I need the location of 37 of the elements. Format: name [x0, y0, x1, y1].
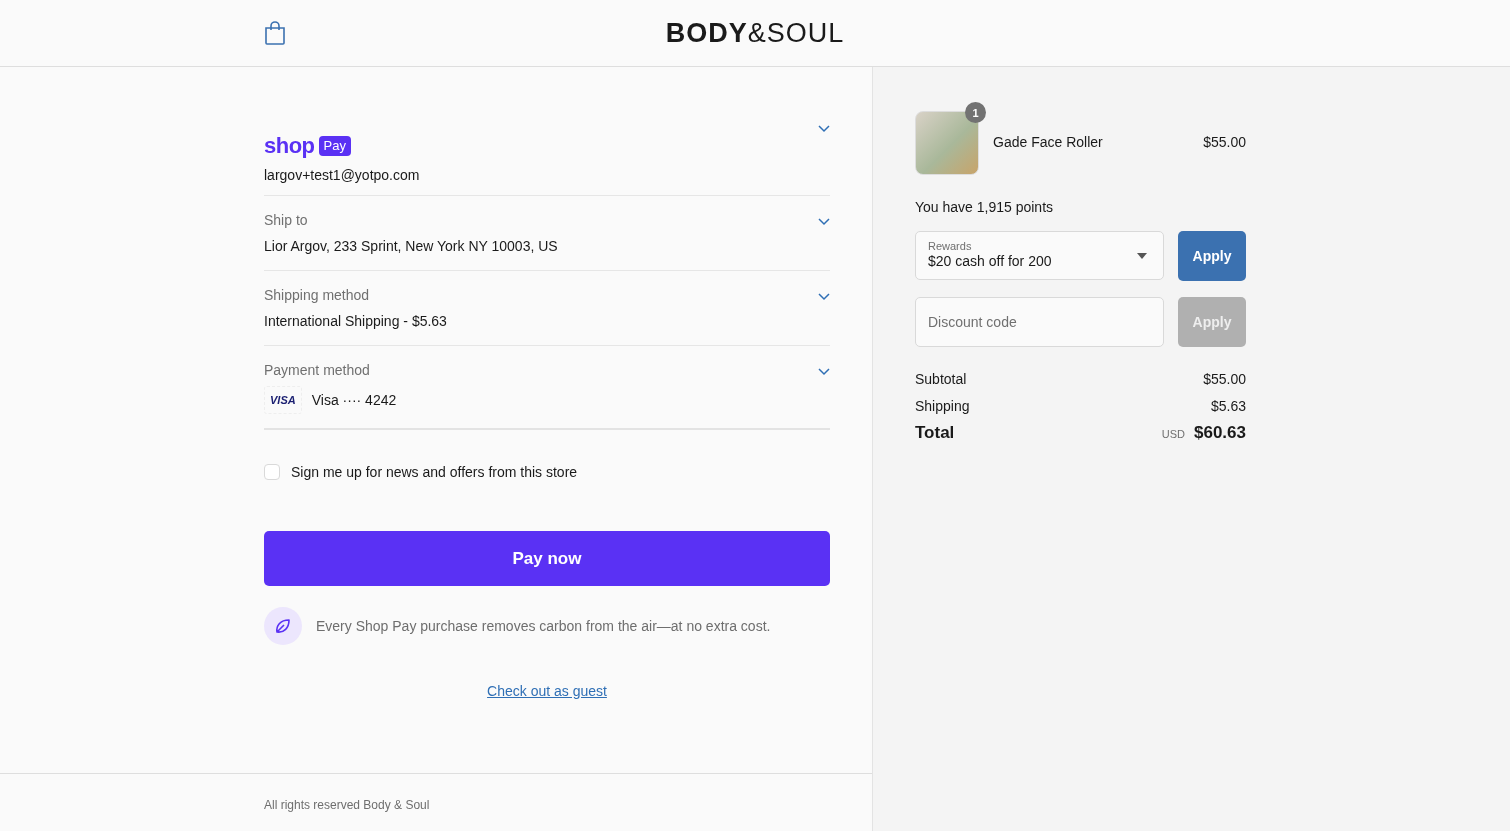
account-email: largov+test1@yotpo.com	[264, 167, 421, 183]
store-logo[interactable]: BODY&SOUL	[665, 17, 845, 49]
chevron-icon[interactable]	[818, 125, 830, 133]
guest-checkout-link[interactable]: Check out as guest	[487, 683, 607, 699]
product-price: $55.00	[1203, 134, 1246, 150]
chevron-icon[interactable]	[818, 293, 830, 301]
quantity-badge: 1	[965, 102, 986, 123]
product-name: Gade Face Roller	[993, 134, 1104, 150]
section-label: Shipping method	[264, 286, 370, 305]
footer-text: All rights reserved Body & Soul	[264, 798, 430, 812]
section-label: Payment method	[264, 361, 370, 380]
leaf-icon	[264, 607, 302, 645]
summary-label: Subtotal	[915, 371, 967, 387]
section-label: Ship to	[264, 211, 308, 230]
summary-label: Shipping	[915, 398, 970, 414]
chevron-icon[interactable]	[818, 218, 830, 226]
shop-pay-wordmark: shop	[264, 135, 315, 157]
total-value: $60.63	[1194, 423, 1246, 443]
apply-button[interactable]: Apply	[1178, 231, 1246, 281]
summary-value: $5.63	[1210, 398, 1246, 414]
carbon-note: Every Shop Pay purchase removes carbon from the air—at no extra cost.	[316, 618, 771, 634]
section-value: Visa ···· 4242	[311, 391, 397, 410]
points-text: You have 1,915 points	[915, 199, 1055, 215]
section-value: Lior Argov, 233 Sprint, New York NY 10003, US	[264, 237, 558, 256]
section-value: International Shipping - $5.63	[264, 312, 447, 331]
newsletter-checkbox[interactable]	[264, 464, 280, 480]
rewards-select[interactable]: Rewards $20 cash off for 200	[915, 231, 1164, 280]
newsletter-label: Sign me up for news and offers from this store	[291, 464, 578, 480]
pay-badge: Pay	[318, 136, 351, 156]
currency-code: USD	[1161, 428, 1185, 440]
total-label: Total	[915, 423, 955, 443]
summary-value: $55.00	[1203, 371, 1246, 387]
chevron-icon[interactable]	[818, 368, 830, 376]
pay-now-button[interactable]: Pay now	[264, 531, 830, 586]
shopping-bag-icon[interactable]	[264, 21, 286, 45]
card-brand-icon: VISA	[264, 386, 302, 414]
caret-icon[interactable]	[1137, 253, 1147, 259]
